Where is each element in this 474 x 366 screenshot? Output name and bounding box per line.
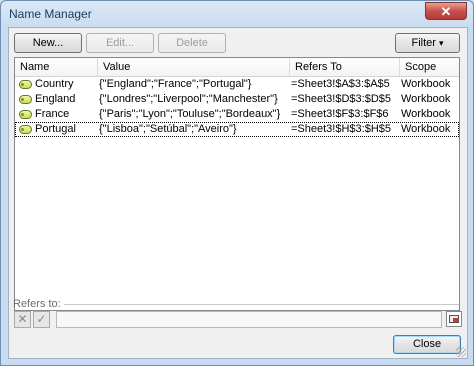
- row-refers-to: =Sheet3!$A$3:$A$5: [291, 78, 390, 90]
- column-header-value[interactable]: Value: [98, 58, 290, 76]
- table-row[interactable]: England {"Londres";"Liverpool";"Manchest…: [15, 92, 459, 107]
- column-header-refers-to[interactable]: Refers To: [290, 58, 400, 76]
- name-tag-icon: [19, 80, 32, 89]
- check-icon: ✓: [36, 312, 47, 326]
- window-title: Name Manager: [9, 7, 92, 21]
- close-button-label: Close: [412, 338, 442, 350]
- name-manager-window: Name Manager ✕ New... Edit... Delete Fil…: [0, 0, 474, 366]
- name-tag-icon: [19, 95, 32, 104]
- cancel-edit-button[interactable]: ✕: [14, 311, 31, 328]
- dialog-body: New... Edit... Delete Filter ▾ Name Valu…: [8, 27, 468, 359]
- row-name: England: [35, 93, 76, 105]
- close-button[interactable]: Close: [393, 335, 461, 354]
- row-name: France: [35, 108, 70, 120]
- delete-button[interactable]: Delete: [158, 33, 226, 53]
- table-row[interactable]: France {"Paris";"Lyon";"Touluse";"Bordea…: [15, 107, 459, 122]
- row-value: {"Londres";"Liverpool";"Manchester"}: [99, 93, 278, 105]
- name-tag-icon: [19, 125, 32, 134]
- delete-button-label: Delete: [176, 37, 208, 49]
- filter-button-label: Filter: [411, 37, 436, 49]
- close-window-button[interactable]: ✕: [425, 2, 467, 20]
- row-name: Portugal: [35, 123, 76, 135]
- resize-grip[interactable]: [456, 347, 466, 357]
- column-header-scope[interactable]: Scope: [400, 58, 459, 76]
- chevron-down-icon: ▾: [438, 38, 444, 48]
- row-refers-to: =Sheet3!$D$3:$D$5: [291, 93, 391, 105]
- row-value: {"England";"France";"Portugal"}: [99, 78, 252, 90]
- row-value: {"Lisboa";"Setúbal";"Aveiro"}: [99, 123, 237, 135]
- names-list[interactable]: Name Value Refers To Scope Country {"Eng…: [14, 57, 460, 311]
- close-icon: ✕: [440, 4, 452, 19]
- row-scope: Workbook: [401, 108, 451, 120]
- table-row[interactable]: Country {"England";"France";"Portugal"} …: [15, 77, 459, 92]
- name-tag-icon: [19, 110, 32, 119]
- row-refers-to: =Sheet3!$F$3:$F$6: [291, 108, 389, 120]
- row-value: {"Paris";"Lyon";"Touluse";"Bordeaux"}: [99, 108, 281, 120]
- edit-button-label: Edit...: [105, 37, 135, 49]
- new-button-label: New...: [32, 37, 64, 49]
- table-row-selected[interactable]: Portugal {"Lisboa";"Setúbal";"Aveiro"} =…: [15, 122, 459, 137]
- title-bar[interactable]: Name Manager ✕: [1, 1, 473, 27]
- row-refers-to: =Sheet3!$H$3:$H$5: [291, 123, 391, 135]
- cancel-icon: ✕: [17, 312, 28, 326]
- list-header: Name Value Refers To Scope: [15, 58, 459, 77]
- filter-button[interactable]: Filter ▾: [395, 33, 460, 53]
- refers-to-label: Refers to:: [13, 298, 61, 310]
- refers-to-input[interactable]: [56, 311, 442, 328]
- row-name: Country: [35, 78, 74, 90]
- new-button[interactable]: New...: [14, 33, 82, 53]
- confirm-edit-button[interactable]: ✓: [33, 311, 50, 328]
- row-scope: Workbook: [401, 93, 451, 105]
- collapse-dialog-icon[interactable]: [446, 311, 462, 327]
- column-header-name[interactable]: Name: [15, 58, 98, 76]
- refers-to-divider: [64, 304, 459, 305]
- edit-button[interactable]: Edit...: [86, 33, 154, 53]
- row-scope: Workbook: [401, 123, 451, 135]
- row-scope: Workbook: [401, 78, 451, 90]
